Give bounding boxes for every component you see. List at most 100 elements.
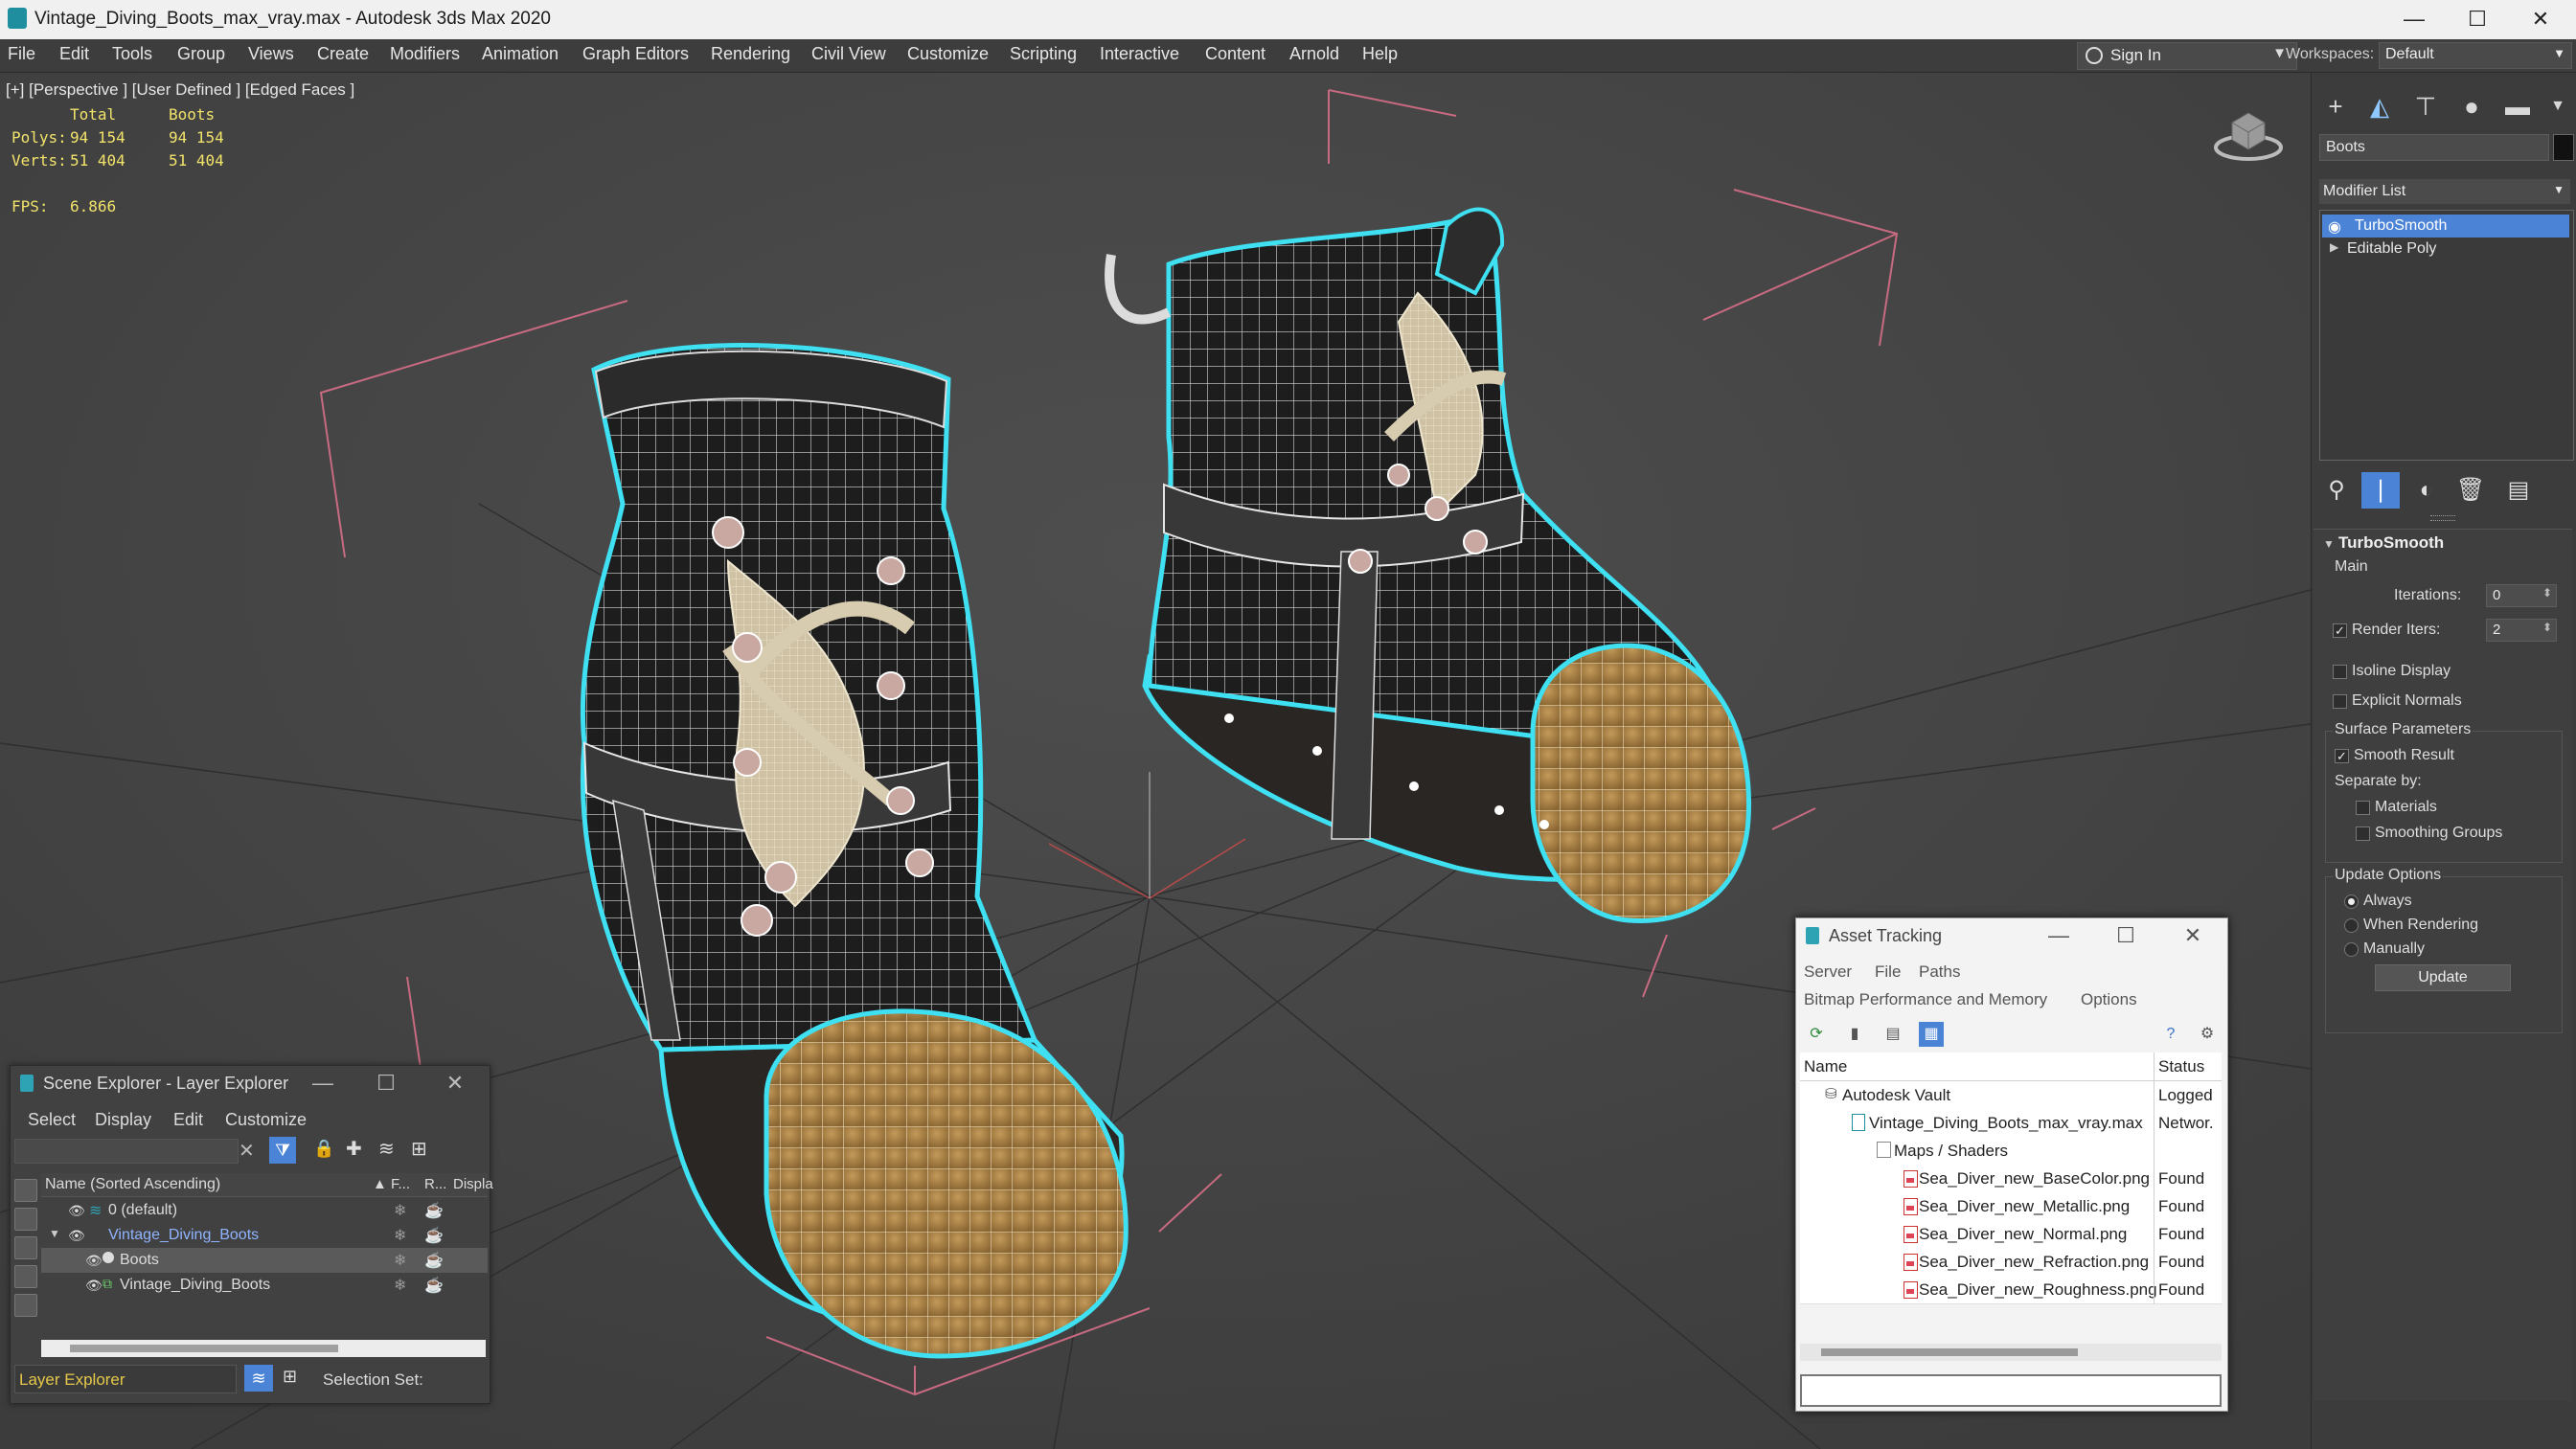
col-name-header[interactable]: Name (Sorted Ascending) (45, 1176, 220, 1193)
scrollbar-thumb[interactable] (70, 1345, 338, 1352)
layer-explorer-side-icon[interactable] (14, 1179, 37, 1202)
sign-in-dropdown[interactable]: Sign In ▼ (2077, 42, 2297, 70)
render-icon[interactable]: ☕ (424, 1276, 444, 1295)
isoline-display-checkbox[interactable] (2333, 665, 2347, 679)
freeze-icon[interactable]: ❄ (394, 1201, 406, 1220)
scrollbar-thumb[interactable] (1821, 1348, 2078, 1356)
lock-icon[interactable]: 🔒 (313, 1139, 334, 1159)
menu-scripting[interactable]: Scripting (1010, 44, 1077, 64)
maximize-button[interactable]: ☐ (2109, 922, 2143, 949)
spinner-arrows-icon[interactable]: ⬍ (2542, 621, 2552, 634)
render-icon[interactable]: ☕ (424, 1226, 444, 1245)
col-frozen-header[interactable]: ▲ F... (373, 1176, 410, 1192)
search-input[interactable] (14, 1139, 239, 1164)
rollup-collapse-icon[interactable]: ▼ (2323, 537, 2335, 551)
explicit-normals-checkbox[interactable] (2333, 694, 2347, 709)
minimize-button[interactable]: — (2041, 922, 2076, 949)
menu-options[interactable]: Options (2081, 990, 2137, 1009)
object-color-swatch[interactable] (2553, 134, 2574, 161)
viewport-label[interactable]: [+] [Perspective ] [User Defined ] [Edge… (6, 80, 354, 100)
render-iters-spinner[interactable]: 2 ⬍ (2486, 619, 2557, 642)
always-radio[interactable] (2344, 894, 2359, 909)
minimize-button[interactable]: — (2385, 4, 2443, 34)
asset-row[interactable]: ⛁ Autodesk Vault Logged (1800, 1081, 2222, 1110)
modify-tab-icon[interactable]: ◭ (2363, 90, 2396, 123)
freeze-icon[interactable]: ❄ (394, 1226, 406, 1245)
manually-radio[interactable] (2344, 942, 2359, 957)
hierarchy-icon[interactable]: ⊞ (411, 1137, 427, 1161)
menu-help[interactable]: Help (1362, 44, 1398, 64)
smooth-result-checkbox[interactable]: ✓ (2335, 749, 2349, 763)
col-display-header[interactable]: Displa (453, 1176, 493, 1192)
horizontal-scrollbar[interactable] (41, 1340, 486, 1357)
list-view-icon[interactable]: ▮ (1842, 1022, 1867, 1047)
close-button[interactable]: ✕ (2176, 922, 2210, 949)
hierarchy-toggle-icon[interactable]: ⊞ (283, 1367, 297, 1387)
display-tab-icon[interactable]: ▬ (2501, 90, 2534, 123)
menu-tools[interactable]: Tools (112, 44, 152, 64)
eye-icon[interactable]: ◉ (2328, 217, 2341, 237)
add-layer-icon[interactable]: ✚ (346, 1137, 362, 1161)
asset-row[interactable]: Vintage_Diving_Boots_max_vray.max Networ… (1800, 1109, 2222, 1138)
menu-server[interactable]: Server (1804, 962, 1852, 982)
menu-animation[interactable]: Animation (482, 44, 559, 64)
object-name-field[interactable]: Boots (2319, 134, 2549, 161)
modifier-list-dropdown[interactable]: Modifier List ▼ (2319, 179, 2570, 204)
stack-item-turbosmooth[interactable]: ◉ TurboSmooth (2322, 215, 2569, 238)
menu-group[interactable]: Group (177, 44, 225, 64)
menu-content[interactable]: Content (1205, 44, 1265, 64)
create-tab-icon[interactable]: + (2319, 90, 2352, 123)
motion-tab-icon[interactable]: ● (2455, 90, 2488, 123)
menu-edit[interactable]: Edit (173, 1110, 203, 1130)
help-icon[interactable]: ? (2158, 1022, 2183, 1047)
viewcube-icon[interactable] (2213, 105, 2284, 163)
geometry-filter-icon[interactable] (14, 1208, 37, 1231)
layer-explorer-select[interactable]: Layer Explorer (14, 1365, 237, 1393)
asset-row[interactable]: Sea_Diver_new_Refraction.png Found (1800, 1248, 2222, 1277)
helpers-filter-icon[interactable] (14, 1294, 37, 1317)
layers-toggle-icon[interactable]: ≋ (244, 1365, 273, 1392)
workspace-select[interactable]: Default ▼ (2379, 42, 2572, 69)
expand-arrow-icon[interactable]: ▼ (49, 1227, 60, 1240)
asset-row[interactable]: Sea_Diver_new_BaseColor.png Found (1800, 1165, 2222, 1193)
asset-row[interactable]: Maps / Shaders (1800, 1137, 2222, 1166)
when-rendering-radio[interactable] (2344, 918, 2359, 933)
remove-modifier-icon[interactable]: 🗑 (2451, 472, 2490, 509)
menu-file[interactable]: File (8, 44, 35, 64)
freeze-icon[interactable]: ❄ (394, 1276, 406, 1295)
eye-icon[interactable]: 👁 (68, 1228, 85, 1243)
menu-views[interactable]: Views (248, 44, 294, 64)
cameras-filter-icon[interactable] (14, 1265, 37, 1288)
make-unique-icon[interactable]: ◐ (2407, 472, 2446, 509)
resize-grip[interactable] (2430, 515, 2455, 521)
lights-filter-icon[interactable] (14, 1236, 37, 1259)
menu-modifiers[interactable]: Modifiers (390, 44, 460, 64)
render-icon[interactable]: ☕ (424, 1251, 444, 1270)
menu-paths[interactable]: Paths (1919, 962, 1960, 982)
menu-edit[interactable]: Edit (59, 44, 89, 64)
configure-sets-icon[interactable]: ▤ (2499, 472, 2538, 509)
tree-row[interactable]: 👁 ≋ 0 (default) ❄ ☕ (41, 1198, 488, 1223)
menu-rendering[interactable]: Rendering (711, 44, 790, 64)
eye-icon[interactable]: 👁 (85, 1253, 103, 1268)
iterations-spinner[interactable]: 0 ⬍ (2486, 584, 2557, 607)
expand-arrow-icon[interactable]: ▶ (2330, 240, 2338, 254)
menu-select[interactable]: Select (28, 1110, 76, 1130)
update-button[interactable]: Update (2375, 964, 2511, 991)
smoothing-groups-checkbox[interactable] (2356, 826, 2370, 841)
asset-row[interactable]: Sea_Diver_new_Roughness.png Found (1800, 1276, 2222, 1304)
spinner-arrows-icon[interactable]: ⬍ (2542, 586, 2552, 600)
path-field[interactable] (1800, 1374, 2222, 1407)
layers-icon[interactable]: ≋ (378, 1137, 395, 1161)
menu-customize[interactable]: Customize (907, 44, 989, 64)
menu-customize[interactable]: Customize (225, 1110, 307, 1130)
settings-icon[interactable]: ⚙ (2195, 1022, 2220, 1047)
close-button[interactable]: ✕ (2512, 4, 2569, 34)
tree-row-selected[interactable]: 👁 Boots ❄ ☕ (41, 1248, 488, 1273)
eye-icon[interactable]: 👁 (85, 1278, 103, 1293)
menu-file[interactable]: File (1875, 962, 1901, 982)
hierarchy-tab-icon[interactable]: ⊤ (2409, 90, 2442, 123)
maximize-button[interactable]: ☐ (2449, 4, 2506, 34)
col-status-header[interactable]: Status (2158, 1057, 2204, 1076)
maximize-button[interactable]: ☐ (369, 1070, 403, 1097)
